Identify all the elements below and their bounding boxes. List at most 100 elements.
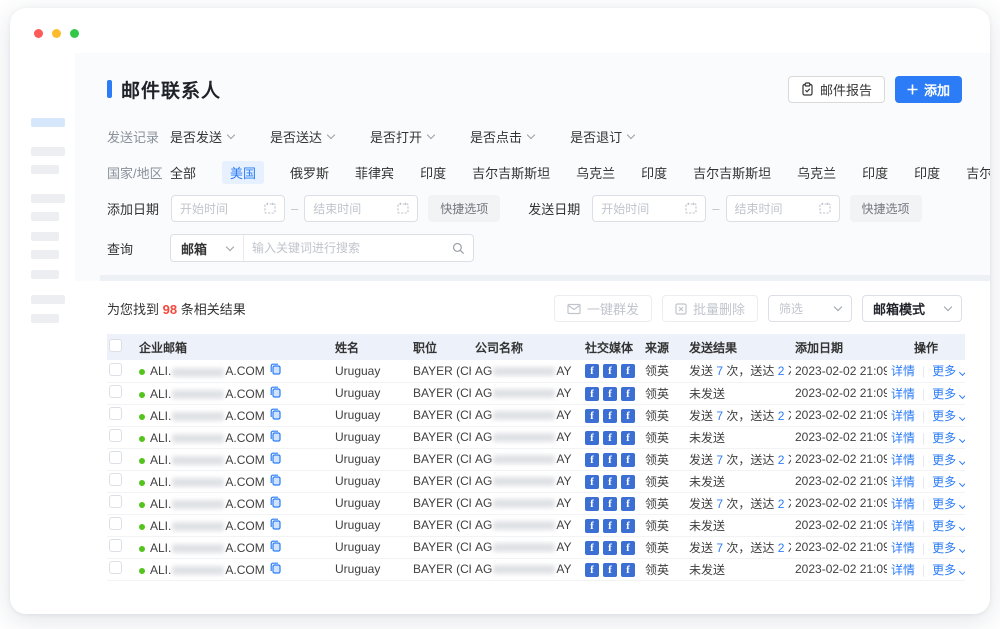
add-date-end-input[interactable]: 结束时间 bbox=[304, 195, 418, 222]
region-chip[interactable]: 菲律宾 bbox=[355, 163, 394, 182]
row-checkbox[interactable] bbox=[109, 495, 122, 508]
facebook-icon[interactable]: f bbox=[585, 387, 599, 401]
send-date-end-input[interactable]: 结束时间 bbox=[726, 195, 840, 222]
region-chip[interactable]: 吉尔吉斯斯坦 bbox=[693, 163, 771, 182]
sidebar-item[interactable] bbox=[31, 165, 59, 174]
detail-link[interactable]: 详情 bbox=[891, 563, 915, 577]
sidebar-item[interactable] bbox=[31, 232, 59, 241]
row-checkbox[interactable] bbox=[109, 517, 122, 530]
facebook-icon[interactable]: f bbox=[585, 475, 599, 489]
copy-icon[interactable] bbox=[270, 408, 281, 420]
sidebar-item[interactable] bbox=[31, 250, 59, 259]
region-chip[interactable]: 乌克兰 bbox=[576, 163, 615, 182]
more-link[interactable]: 更多 bbox=[932, 563, 965, 577]
more-link[interactable]: 更多 bbox=[932, 409, 965, 423]
filter-dropdown-4[interactable]: 是否点击 bbox=[470, 127, 534, 146]
row-checkbox[interactable] bbox=[109, 429, 122, 442]
more-link[interactable]: 更多 bbox=[932, 475, 965, 489]
detail-link[interactable]: 详情 bbox=[891, 497, 915, 511]
region-chip[interactable]: 美国 bbox=[222, 161, 264, 184]
add-date-quick-options-button[interactable]: 快捷选项 bbox=[428, 195, 500, 222]
sidebar-item[interactable] bbox=[31, 314, 59, 323]
copy-icon[interactable] bbox=[270, 430, 281, 442]
row-checkbox[interactable] bbox=[109, 539, 122, 552]
facebook-icon[interactable]: f bbox=[603, 431, 617, 445]
detail-link[interactable]: 详情 bbox=[891, 387, 915, 401]
more-link[interactable]: 更多 bbox=[932, 431, 965, 445]
detail-link[interactable]: 详情 bbox=[891, 519, 915, 533]
sidebar-item[interactable] bbox=[31, 147, 65, 156]
detail-link[interactable]: 详情 bbox=[891, 541, 915, 555]
facebook-icon[interactable]: f bbox=[621, 519, 635, 533]
facebook-icon[interactable]: f bbox=[585, 364, 599, 378]
bulk-send-button[interactable]: 一键群发 bbox=[554, 295, 652, 322]
region-chip[interactable]: 吉尔吉斯斯坦 bbox=[966, 163, 990, 182]
sidebar-item[interactable] bbox=[31, 194, 65, 203]
facebook-icon[interactable]: f bbox=[621, 541, 635, 555]
facebook-icon[interactable]: f bbox=[585, 519, 599, 533]
more-link[interactable]: 更多 bbox=[932, 497, 965, 511]
query-field-select[interactable]: 邮箱 bbox=[171, 235, 244, 261]
region-chip[interactable]: 印度 bbox=[420, 163, 446, 182]
row-checkbox[interactable] bbox=[109, 363, 122, 376]
detail-link[interactable]: 详情 bbox=[891, 409, 915, 423]
copy-icon[interactable] bbox=[270, 363, 281, 375]
row-checkbox[interactable] bbox=[109, 473, 122, 486]
facebook-icon[interactable]: f bbox=[603, 541, 617, 555]
facebook-icon[interactable]: f bbox=[585, 497, 599, 511]
copy-icon[interactable] bbox=[270, 452, 281, 464]
mail-report-button[interactable]: 邮件报告 bbox=[788, 76, 885, 103]
copy-icon[interactable] bbox=[270, 386, 281, 398]
facebook-icon[interactable]: f bbox=[621, 387, 635, 401]
filter-dropdown-2[interactable]: 是否送达 bbox=[270, 127, 334, 146]
row-checkbox[interactable] bbox=[109, 561, 122, 574]
more-link[interactable]: 更多 bbox=[932, 541, 965, 555]
select-all-checkbox[interactable] bbox=[109, 339, 122, 352]
region-chip[interactable]: 印度 bbox=[862, 163, 888, 182]
search-icon[interactable] bbox=[444, 242, 473, 255]
facebook-icon[interactable]: f bbox=[621, 475, 635, 489]
facebook-icon[interactable]: f bbox=[621, 364, 635, 378]
facebook-icon[interactable]: f bbox=[603, 519, 617, 533]
close-window-icon[interactable] bbox=[34, 29, 43, 38]
filter-dropdown-3[interactable]: 是否打开 bbox=[370, 127, 434, 146]
region-chip[interactable]: 印度 bbox=[641, 163, 667, 182]
more-link[interactable]: 更多 bbox=[932, 519, 965, 533]
region-chip[interactable]: 吉尔吉斯斯坦 bbox=[472, 163, 550, 182]
facebook-icon[interactable]: f bbox=[603, 387, 617, 401]
detail-link[interactable]: 详情 bbox=[891, 475, 915, 489]
facebook-icon[interactable]: f bbox=[585, 431, 599, 445]
facebook-icon[interactable]: f bbox=[621, 431, 635, 445]
facebook-icon[interactable]: f bbox=[603, 563, 617, 577]
copy-icon[interactable] bbox=[270, 562, 281, 574]
region-chip[interactable]: 乌克兰 bbox=[797, 163, 836, 182]
facebook-icon[interactable]: f bbox=[603, 475, 617, 489]
facebook-icon[interactable]: f bbox=[621, 497, 635, 511]
detail-link[interactable]: 详情 bbox=[891, 364, 915, 378]
batch-delete-button[interactable]: 批量删除 bbox=[662, 295, 758, 322]
facebook-icon[interactable]: f bbox=[621, 409, 635, 423]
maximize-window-icon[interactable] bbox=[70, 29, 79, 38]
facebook-icon[interactable]: f bbox=[621, 563, 635, 577]
facebook-icon[interactable]: f bbox=[585, 409, 599, 423]
facebook-icon[interactable]: f bbox=[603, 409, 617, 423]
send-date-quick-options-button[interactable]: 快捷选项 bbox=[850, 195, 922, 222]
region-chip[interactable]: 印度 bbox=[914, 163, 940, 182]
more-link[interactable]: 更多 bbox=[932, 387, 965, 401]
search-input[interactable] bbox=[244, 241, 444, 255]
row-checkbox[interactable] bbox=[109, 385, 122, 398]
filter-dropdown-5[interactable]: 是否退订 bbox=[570, 127, 634, 146]
copy-icon[interactable] bbox=[270, 518, 281, 530]
mailbox-mode-select[interactable]: 邮箱模式 bbox=[862, 295, 962, 322]
facebook-icon[interactable]: f bbox=[621, 453, 635, 467]
facebook-icon[interactable]: f bbox=[603, 453, 617, 467]
add-button[interactable]: 添加 bbox=[895, 76, 962, 103]
region-chip[interactable]: 俄罗斯 bbox=[290, 163, 329, 182]
row-checkbox[interactable] bbox=[109, 407, 122, 420]
sidebar-item[interactable] bbox=[31, 270, 59, 279]
copy-icon[interactable] bbox=[270, 474, 281, 486]
copy-icon[interactable] bbox=[270, 540, 281, 552]
filter-select[interactable]: 筛选 bbox=[768, 295, 852, 322]
sidebar-item[interactable] bbox=[31, 295, 65, 304]
add-date-start-input[interactable]: 开始时间 bbox=[171, 195, 285, 222]
